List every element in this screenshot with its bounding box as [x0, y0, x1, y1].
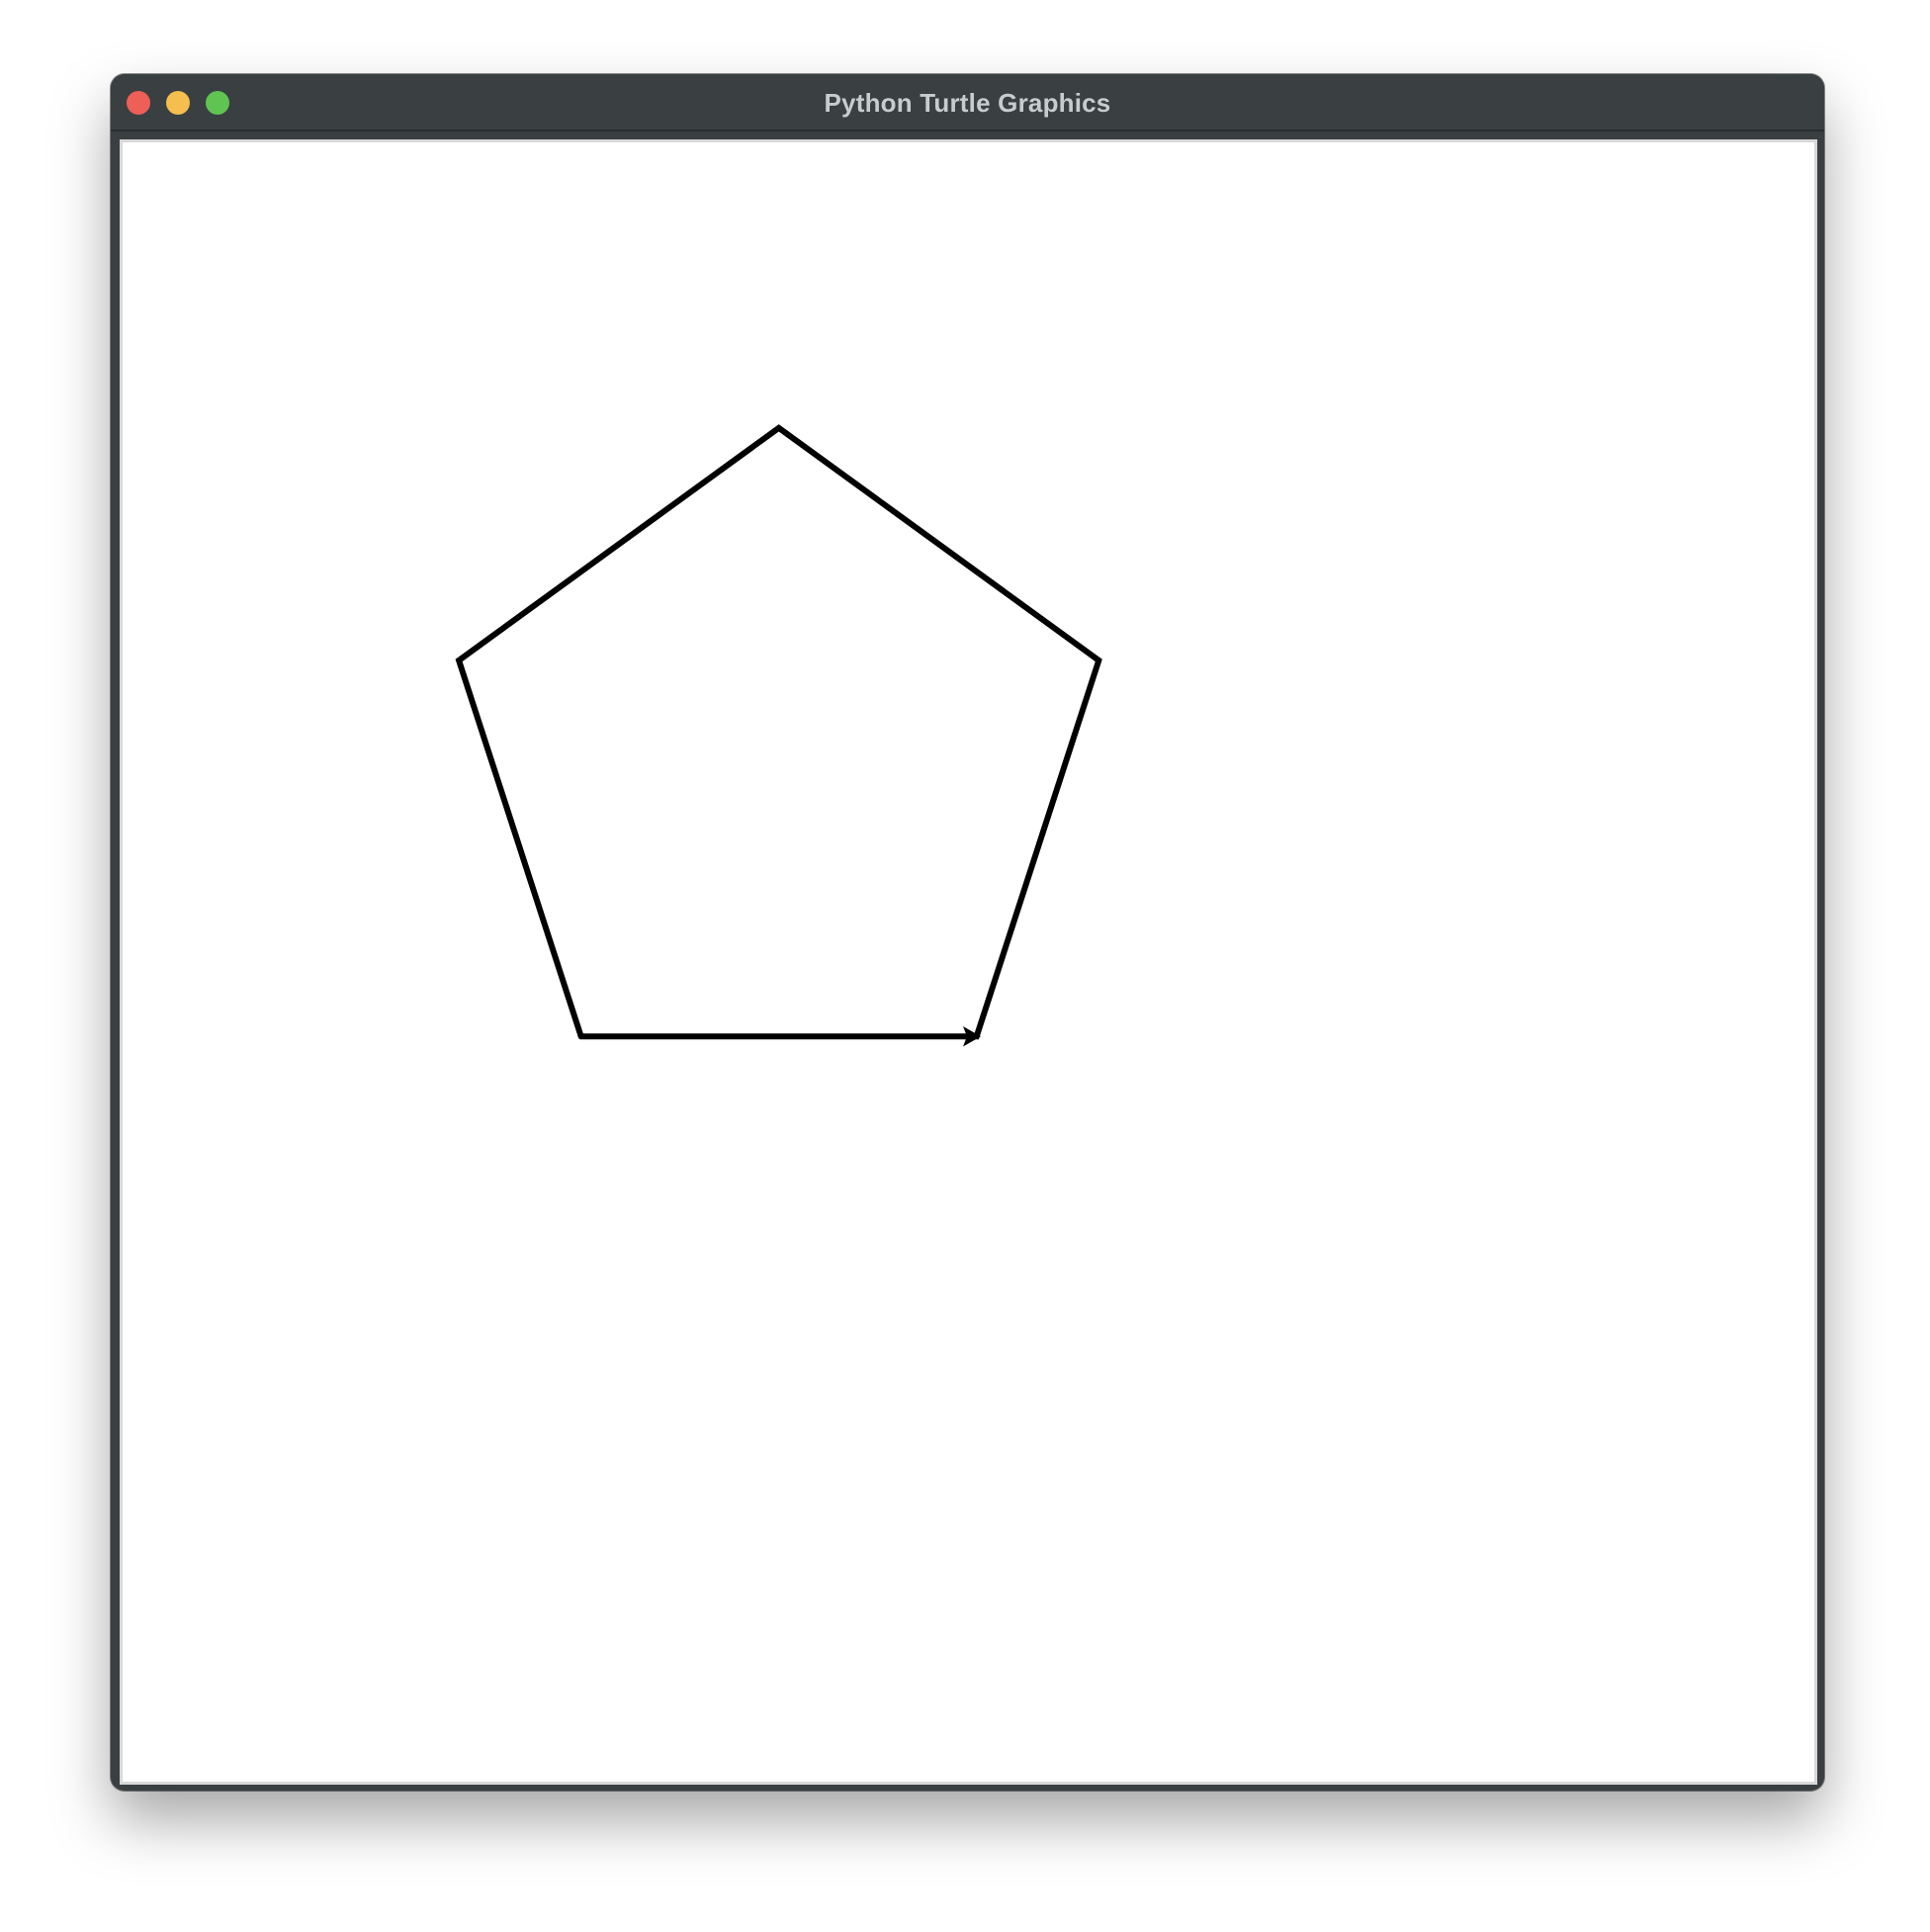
canvas-frame: [120, 139, 1817, 1785]
pentagon-outline: [455, 424, 1102, 1040]
desktop-background: Python Turtle Graphics: [0, 0, 1930, 1932]
window-title: Python Turtle Graphics: [824, 88, 1111, 118]
window-titlebar[interactable]: Python Turtle Graphics: [111, 74, 1824, 132]
turtle-canvas[interactable]: [123, 142, 1814, 1782]
drawing-surface: [455, 424, 1102, 1047]
turtle-window: Python Turtle Graphics: [111, 74, 1824, 1791]
